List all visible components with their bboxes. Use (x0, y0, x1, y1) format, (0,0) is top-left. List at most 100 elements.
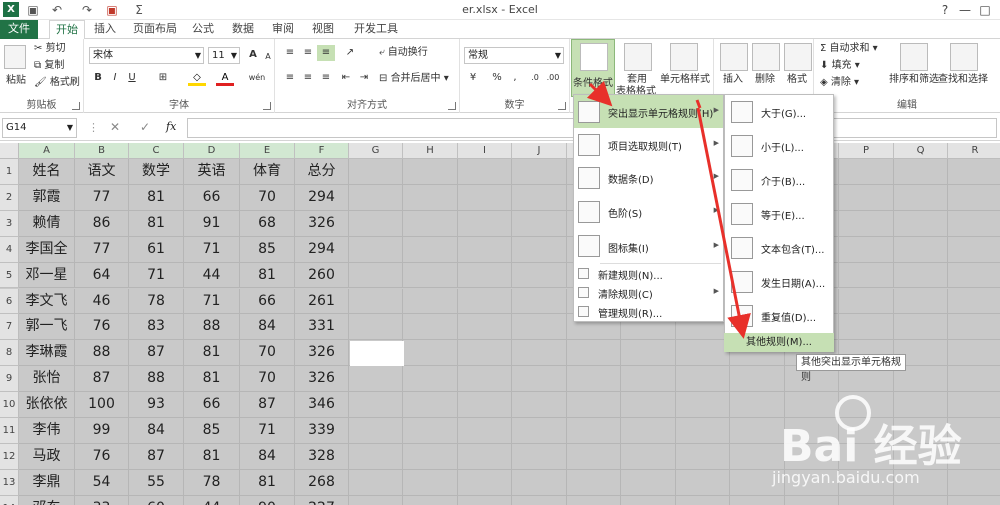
cell-p7[interactable] (839, 314, 894, 341)
delete-cells-icon[interactable] (752, 43, 780, 71)
cell-d5[interactable]: 44 (184, 262, 240, 289)
cell-c4[interactable]: 61 (129, 236, 184, 263)
cell-f10[interactable]: 346 (295, 392, 349, 418)
menu-item-6[interactable]: 新建规则(N)... (574, 264, 723, 283)
cell-a8[interactable]: 李琳霞 (19, 340, 75, 367)
paste-button-label[interactable]: 粘贴 (6, 71, 26, 86)
cell-g2[interactable] (349, 184, 403, 211)
cell-k14[interactable] (567, 495, 621, 505)
cell-a2[interactable]: 郭霞 (19, 184, 75, 211)
cell-e4[interactable]: 85 (240, 236, 295, 263)
cell-d8[interactable]: 81 (184, 340, 240, 367)
cell-b13[interactable]: 54 (75, 469, 129, 496)
cell-c5[interactable]: 71 (129, 262, 184, 289)
cell-g12[interactable] (349, 443, 403, 470)
more-rules-item[interactable]: 其他规则(M)... (724, 333, 834, 352)
cell-m8[interactable] (676, 340, 730, 367)
cell-b7[interactable]: 76 (75, 314, 129, 341)
row-header-3[interactable]: 3 (0, 210, 19, 237)
cell-a6[interactable]: 李文飞 (19, 288, 75, 315)
cell-d14[interactable]: 44 (184, 495, 240, 505)
cell-f2[interactable]: 294 (295, 184, 349, 211)
cell-g1[interactable] (349, 159, 403, 185)
cell-g10[interactable] (349, 392, 403, 418)
menu-item-7[interactable]: 清除规则(C) ▶ (574, 283, 723, 302)
cell-j10[interactable] (512, 392, 567, 418)
cell-styles-label[interactable]: 单元格样式 (660, 70, 710, 85)
cell-d11[interactable]: 85 (184, 418, 240, 444)
cell-p3[interactable] (839, 210, 894, 237)
help-icon[interactable]: ? (935, 1, 955, 19)
cell-b8[interactable]: 88 (75, 340, 129, 367)
row-header-10[interactable]: 10 (0, 392, 19, 418)
cell-i11[interactable] (458, 418, 512, 444)
align-middle-icon[interactable]: ≡ (299, 45, 317, 61)
cell-c2[interactable]: 81 (129, 184, 184, 211)
cell-d9[interactable]: 81 (184, 366, 240, 393)
cell-a14[interactable]: 邓东 (19, 495, 75, 505)
active-cell-g14[interactable] (350, 341, 404, 366)
maximize-icon[interactable]: □ (975, 1, 995, 19)
insert-cells-icon[interactable] (720, 43, 748, 71)
cell-q2[interactable] (894, 184, 948, 211)
row-header-7[interactable]: 7 (0, 314, 19, 341)
cell-a7[interactable]: 郭一飞 (19, 314, 75, 341)
drag-handle-icon[interactable]: ⋮ (88, 121, 99, 134)
cell-r9[interactable] (948, 366, 1000, 393)
cell-h2[interactable] (403, 184, 458, 211)
cell-g6[interactable] (349, 288, 403, 315)
column-header-g[interactable]: G (349, 143, 403, 159)
cell-h14[interactable] (403, 495, 458, 505)
column-header-c[interactable]: C (129, 143, 184, 159)
cell-p5[interactable] (839, 262, 894, 289)
submenu-item-3[interactable]: 介于(B)... (725, 163, 833, 197)
column-header-r[interactable]: R (948, 143, 1000, 159)
cell-r2[interactable] (948, 185, 1000, 211)
submenu-item-4[interactable]: 等于(E)... (725, 197, 833, 231)
cell-i5[interactable] (458, 262, 512, 289)
row-header-8[interactable]: 8 (0, 340, 19, 367)
cell-l8[interactable] (621, 340, 676, 367)
cell-f3[interactable]: 326 (295, 210, 349, 237)
cell-c11[interactable]: 84 (129, 418, 184, 444)
align-center-icon[interactable]: ≡ (299, 70, 317, 86)
tab-formulas[interactable]: 公式 (188, 20, 218, 39)
cell-d13[interactable]: 78 (184, 469, 240, 496)
submenu-item-2[interactable]: 小于(L)... (725, 129, 833, 163)
percent-button[interactable]: % (488, 70, 506, 86)
tab-developer[interactable]: 开发工具 (350, 20, 402, 39)
cell-b4[interactable]: 77 (75, 236, 129, 263)
cell-c6[interactable]: 78 (129, 288, 184, 315)
cell-h4[interactable] (403, 236, 458, 263)
column-header-d[interactable]: D (184, 143, 240, 159)
number-format-combo[interactable]: 常规 ▼ (464, 47, 564, 64)
align-right-icon[interactable]: ≡ (317, 70, 335, 86)
autosum-button[interactable]: Σ 自动求和 ▾ (820, 42, 878, 56)
cell-g13[interactable] (349, 469, 403, 496)
cell-c12[interactable]: 87 (129, 443, 184, 470)
column-header-i[interactable]: I (458, 143, 512, 159)
cell-styles-icon[interactable] (670, 43, 698, 71)
cell-d7[interactable]: 88 (184, 314, 240, 341)
cell-c9[interactable]: 88 (129, 366, 184, 393)
cell-c14[interactable]: 60 (129, 495, 184, 505)
cell-m13[interactable] (676, 469, 730, 496)
cell-m11[interactable] (676, 418, 730, 444)
cell-f13[interactable]: 268 (295, 469, 349, 496)
cell-g11[interactable] (349, 418, 403, 444)
cell-b14[interactable]: 33 (75, 495, 129, 505)
fill-button[interactable]: ⬇ 填充 ▾ (820, 59, 860, 73)
column-header-q[interactable]: Q (894, 143, 948, 159)
format-cells-label[interactable]: 格式 (787, 70, 807, 85)
cell-a12[interactable]: 马政 (19, 443, 75, 470)
name-box[interactable]: G14 ▼ (2, 118, 77, 138)
cell-g5[interactable] (349, 262, 403, 289)
conditional-format-button[interactable]: 条件格式 (571, 39, 615, 97)
italic-button[interactable]: I (106, 70, 124, 86)
cell-e2[interactable]: 70 (240, 184, 295, 211)
cell-h6[interactable] (403, 288, 458, 315)
cell-h3[interactable] (403, 210, 458, 237)
cell-f9[interactable]: 326 (295, 366, 349, 393)
cell-k8[interactable] (567, 340, 621, 367)
cell-d6[interactable]: 71 (184, 288, 240, 315)
